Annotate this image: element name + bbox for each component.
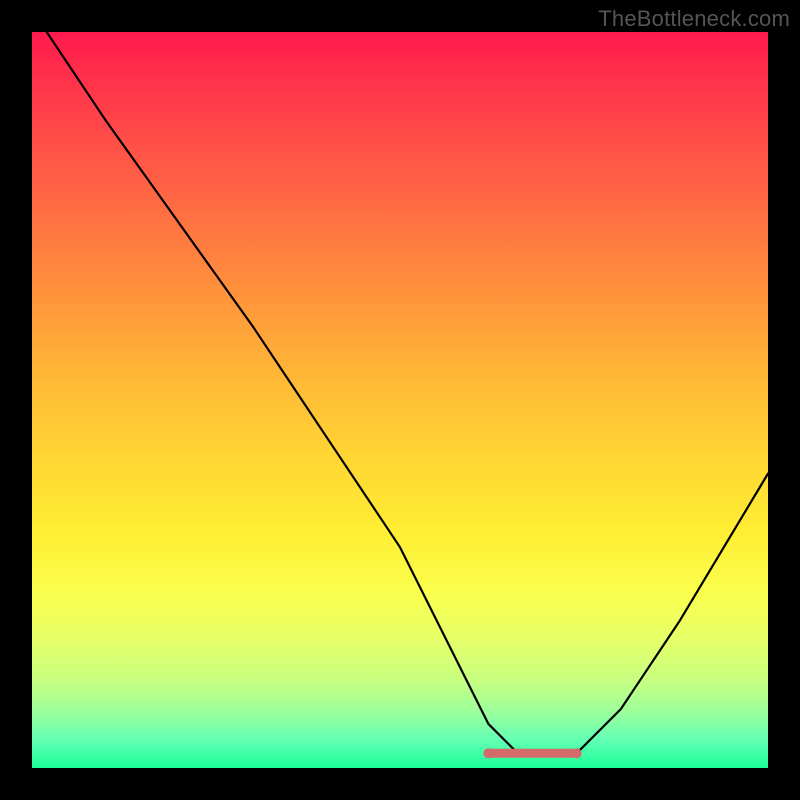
bottleneck-curve [32, 32, 768, 768]
watermark-text: TheBottleneck.com [598, 6, 790, 32]
